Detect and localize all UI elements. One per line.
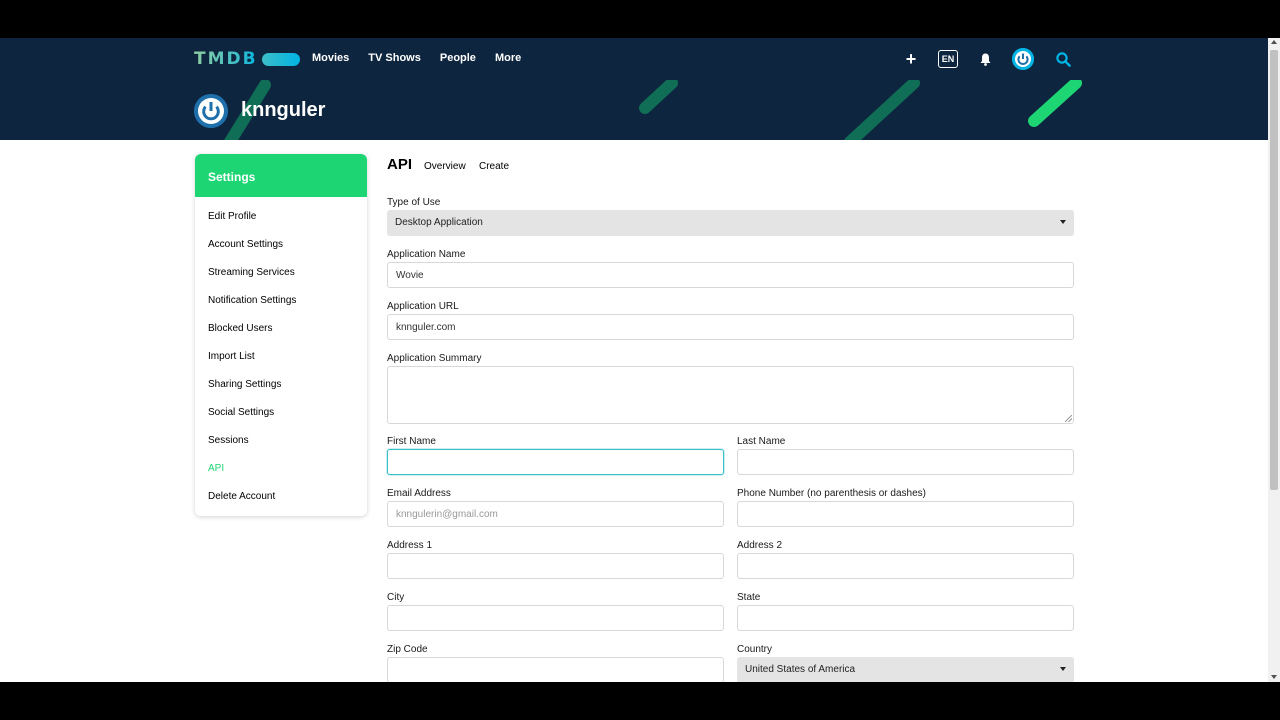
scrollbar-thumb[interactable]: [1270, 50, 1278, 490]
sidebar-item-delete-account[interactable]: Delete Account: [195, 483, 367, 511]
sidebar-item-api[interactable]: API: [195, 455, 367, 483]
plus-icon[interactable]: +: [904, 48, 918, 70]
last-name-input[interactable]: [737, 449, 1074, 475]
profile-avatar-icon[interactable]: [194, 94, 228, 128]
bell-icon[interactable]: [978, 48, 992, 70]
chevron-down-icon: [1060, 220, 1066, 224]
nav-more[interactable]: More: [495, 52, 521, 64]
banner-stripes: [224, 80, 1082, 140]
first-name-input[interactable]: [387, 449, 724, 475]
browser-viewport: TMDB Movies TV Shows People More + EN kn…: [0, 38, 1280, 682]
video-letterbox-bottom: [0, 682, 1280, 720]
settings-sidebar: Settings Edit Profile Account Settings S…: [195, 154, 367, 516]
address2-label: Address 2: [737, 540, 783, 551]
tmdb-logo[interactable]: TMDB: [194, 49, 300, 69]
app-name-label: Application Name: [387, 249, 466, 260]
type-of-use-label: Type of Use: [387, 197, 441, 208]
address2-input[interactable]: [737, 553, 1074, 579]
sidebar-item-sessions[interactable]: Sessions: [195, 427, 367, 455]
sidebar-item-blocked-users[interactable]: Blocked Users: [195, 315, 367, 343]
app-url-input[interactable]: knnguler.com: [387, 314, 1074, 340]
resize-grip-icon[interactable]: [1065, 415, 1072, 422]
app-name-input[interactable]: Wovie: [387, 262, 1074, 288]
profile-banner: knnguler: [0, 80, 1268, 140]
nav-people[interactable]: People: [440, 52, 476, 64]
profile-username[interactable]: knnguler: [241, 99, 325, 122]
nav-tv-shows[interactable]: TV Shows: [368, 52, 421, 64]
main-nav: Movies TV Shows People More: [312, 52, 521, 64]
state-input[interactable]: [737, 605, 1074, 631]
email-label: Email Address: [387, 488, 451, 499]
page-title: API: [387, 156, 413, 173]
page-scrollbar[interactable]: [1268, 38, 1280, 682]
scroll-up-arrow-icon[interactable]: [1271, 40, 1277, 44]
nav-movies[interactable]: Movies: [312, 52, 349, 64]
country-select[interactable]: United States of America: [737, 657, 1074, 682]
video-letterbox-top: [0, 0, 1280, 38]
phone-input[interactable]: [737, 501, 1074, 527]
nav-actions: + EN: [900, 48, 1080, 70]
address1-label: Address 1: [387, 540, 433, 551]
logo-pill-shape: [261, 52, 300, 66]
settings-menu: Edit Profile Account Settings Streaming …: [195, 197, 367, 511]
city-input[interactable]: [387, 605, 724, 631]
tab-create[interactable]: Create: [479, 161, 509, 172]
app-summary-textarea[interactable]: [387, 366, 1074, 424]
chevron-down-icon: [1060, 667, 1066, 671]
last-name-label: Last Name: [737, 436, 786, 447]
settings-title: Settings: [195, 154, 367, 197]
scroll-down-arrow-icon[interactable]: [1271, 675, 1277, 679]
phone-label: Phone Number (no parenthesis or dashes): [737, 488, 926, 499]
logo-text: TMDB: [194, 49, 258, 69]
type-of-use-select[interactable]: Desktop Application: [387, 210, 1074, 236]
email-input[interactable]: knngulerin@gmail.com: [387, 501, 724, 527]
type-of-use-value: Desktop Application: [395, 217, 483, 228]
app-url-label: Application URL: [387, 301, 459, 312]
sidebar-item-social-settings[interactable]: Social Settings: [195, 399, 367, 427]
city-label: City: [387, 592, 405, 603]
sidebar-item-sharing-settings[interactable]: Sharing Settings: [195, 371, 367, 399]
search-icon[interactable]: [1054, 48, 1072, 70]
first-name-label: First Name: [387, 436, 436, 447]
address1-input[interactable]: [387, 553, 724, 579]
country-value: United States of America: [745, 664, 856, 675]
sidebar-item-account-settings[interactable]: Account Settings: [195, 231, 367, 259]
top-navigation: TMDB Movies TV Shows People More + EN: [0, 38, 1268, 80]
tab-overview[interactable]: Overview: [424, 161, 466, 172]
sidebar-item-streaming-services[interactable]: Streaming Services: [195, 259, 367, 287]
zip-input[interactable]: [387, 657, 724, 682]
sidebar-item-edit-profile[interactable]: Edit Profile: [195, 203, 367, 231]
zip-label: Zip Code: [387, 644, 428, 655]
country-label: Country: [737, 644, 773, 655]
language-button[interactable]: EN: [938, 50, 958, 68]
state-label: State: [737, 592, 761, 603]
app-summary-label: Application Summary: [387, 353, 482, 364]
sidebar-item-notification-settings[interactable]: Notification Settings: [195, 287, 367, 315]
user-avatar-icon[interactable]: [1012, 48, 1034, 70]
sidebar-item-import-list[interactable]: Import List: [195, 343, 367, 371]
